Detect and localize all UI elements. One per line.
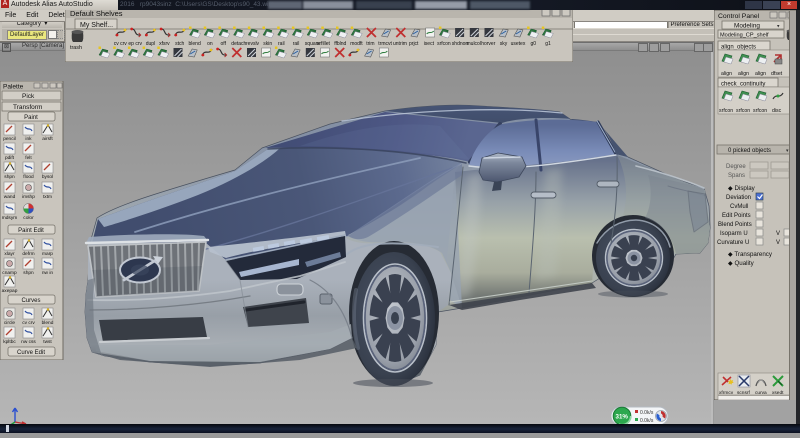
svg-text:usetex: usetex [511, 41, 526, 47]
svg-text:g1: g1 [545, 41, 551, 47]
svg-text:bysol: bysol [42, 174, 53, 180]
svg-text:align: align [755, 71, 766, 77]
svg-text:Paint: Paint [24, 115, 38, 121]
svg-text:untrim: untrim [393, 41, 407, 47]
svg-text:ep crv: ep crv [128, 41, 142, 47]
svg-text:Modeling_CP_shelf: Modeling_CP_shelf [720, 33, 769, 39]
svg-text:sky: sky [500, 41, 508, 47]
svg-text:Pick: Pick [22, 93, 35, 100]
svg-text:color: color [23, 215, 34, 221]
svg-text:shpn: shpn [23, 270, 34, 276]
svg-text:CvMull: CvMull [730, 204, 748, 210]
svg-text:Curve Edit: Curve Edit [17, 350, 45, 356]
svg-text:check_continuity: check_continuity [721, 82, 765, 88]
svg-text:curva: curva [755, 390, 767, 396]
svg-text:mulcol: mulcol [467, 41, 481, 47]
svg-text:g0: g0 [531, 41, 537, 47]
svg-text:Degree: Degree [726, 164, 746, 170]
svg-text:srfcon: srfcon [753, 108, 767, 114]
svg-text:trmcvt: trmcvt [378, 41, 392, 47]
svg-text:skin: skin [263, 41, 272, 47]
svg-text:V: V [776, 231, 780, 237]
svg-text:defrm: defrm [22, 251, 34, 257]
svg-text:felt: felt [25, 155, 32, 161]
svg-text:circle: circle [4, 320, 16, 326]
svg-text:Modeling: Modeling [734, 23, 760, 30]
svg-text:off: off [221, 41, 227, 47]
svg-text:cv crv: cv crv [114, 41, 128, 47]
svg-text:disc: disc [772, 108, 782, 114]
svg-text:trash: trash [70, 45, 82, 51]
svg-text:on: on [207, 41, 213, 47]
svg-text:rail: rail [278, 41, 285, 47]
svg-text:Edit Points: Edit Points [722, 213, 751, 219]
svg-text:Palette: Palette [3, 84, 24, 91]
svg-text:xfsrv: xfsrv [159, 41, 170, 47]
svg-text:V: V [776, 240, 780, 246]
svg-text:airsft: airsft [42, 136, 53, 142]
svg-text:isect: isect [424, 41, 435, 47]
svg-text:xsedt: xsedt [772, 390, 784, 396]
svg-text:◆ Transparency: ◆ Transparency [728, 251, 773, 258]
svg-text:dfset: dfset [771, 71, 783, 77]
svg-text:xfrmcv: xfrmcv [719, 390, 734, 396]
svg-text:marp: marp [42, 251, 53, 257]
svg-text:Transform: Transform [13, 104, 42, 111]
svg-text:31%: 31% [616, 414, 629, 421]
svg-text:stch: stch [175, 41, 184, 47]
svg-text:nw in: nw in [42, 270, 54, 276]
svg-text:0.0k/s: 0.0k/s [640, 410, 654, 416]
svg-text:Deviation: Deviation [726, 195, 751, 201]
svg-text:cv crv: cv crv [22, 320, 35, 326]
svg-text:Default Shelves: Default Shelves [70, 9, 123, 18]
svg-text:◆ Display: ◆ Display [728, 185, 756, 192]
svg-text:Control Panel: Control Panel [718, 13, 760, 20]
svg-text:cnamp: cnamp [2, 271, 17, 276]
svg-text:horver: horver [481, 41, 496, 47]
svg-text:flood: flood [23, 174, 34, 180]
svg-text:srfcon: srfcon [719, 108, 733, 114]
svg-text:srfcon: srfcon [736, 108, 750, 114]
svg-text:shpn: shpn [4, 174, 15, 180]
svg-text:rail: rail [293, 41, 300, 47]
svg-text:align: align [738, 71, 749, 77]
svg-text:srfcon: srfcon [437, 41, 451, 47]
svg-text:Isoparm U: Isoparm U [720, 231, 748, 237]
svg-text:blend: blend [189, 41, 201, 47]
svg-text:imshp: imshp [22, 194, 35, 200]
svg-text:prjct: prjct [409, 41, 419, 47]
svg-text:srfillet: srfillet [317, 41, 331, 47]
svg-text:trim: trim [366, 41, 374, 47]
svg-text:detach: detach [231, 41, 246, 47]
svg-text:ffblnd: ffblnd [334, 41, 346, 47]
svg-text:Paint Edit: Paint Edit [18, 228, 44, 234]
svg-text:align_objects: align_objects [721, 45, 756, 51]
svg-text:Curvature U: Curvature U [717, 240, 749, 246]
svg-text:Spans: Spans [728, 173, 745, 179]
svg-text:ink: ink [25, 136, 32, 142]
svg-text:axepap: axepap [2, 289, 18, 294]
svg-text:My Shelf...: My Shelf... [80, 22, 113, 29]
svg-text:blend: blend [42, 320, 54, 326]
svg-text:twst: twst [43, 339, 52, 345]
svg-text:scnsrf: scnsrf [737, 390, 750, 396]
svg-text:◆ Quality: ◆ Quality [728, 260, 755, 267]
svg-text:nw css: nw css [21, 340, 36, 345]
svg-text:pencil: pencil [3, 136, 16, 142]
svg-text:align: align [721, 71, 732, 77]
svg-text:mdsym: mdsym [2, 215, 17, 221]
svg-text:revslv: revslv [246, 41, 260, 47]
svg-text:Blend Points: Blend Points [718, 222, 752, 228]
svg-text:txtm: txtm [43, 194, 52, 200]
svg-text:Curves: Curves [21, 298, 40, 304]
svg-text:xlayr: xlayr [4, 251, 15, 257]
svg-text:dupl: dupl [146, 41, 155, 47]
svg-text:0 picked objects: 0 picked objects [728, 148, 771, 154]
svg-text:modft: modft [350, 41, 363, 47]
svg-text:pdift: pdift [5, 155, 15, 161]
svg-text:wand: wand [4, 194, 16, 200]
svg-text:kpltbc: kpltbc [3, 339, 16, 345]
